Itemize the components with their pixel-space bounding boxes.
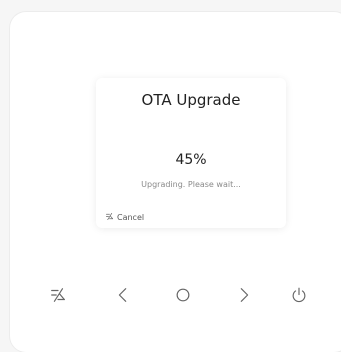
dialog-title: OTA Upgrade <box>141 91 241 109</box>
cancel-button[interactable]: Cancel <box>105 212 144 223</box>
status-message: Upgrading. Please wait... <box>141 180 241 189</box>
circle-home-icon <box>174 286 192 308</box>
chevron-left-icon <box>114 286 132 308</box>
cancel-slash-icon <box>49 286 67 308</box>
nav-back-button[interactable] <box>109 283 137 311</box>
cancel-slash-icon <box>105 212 114 223</box>
power-icon <box>290 286 308 308</box>
cancel-label: Cancel <box>117 213 145 222</box>
nav-power-button[interactable] <box>285 283 313 311</box>
ota-upgrade-dialog: OTA Upgrade 45% Upgrading. Please wait..… <box>96 78 286 228</box>
chevron-right-icon <box>235 286 253 308</box>
nav-forward-button[interactable] <box>230 283 258 311</box>
nav-cancel-button[interactable] <box>44 283 72 311</box>
nav-home-button[interactable] <box>169 283 197 311</box>
progress-percentage: 45% <box>175 152 207 168</box>
bottom-navigation-bar <box>0 272 341 322</box>
